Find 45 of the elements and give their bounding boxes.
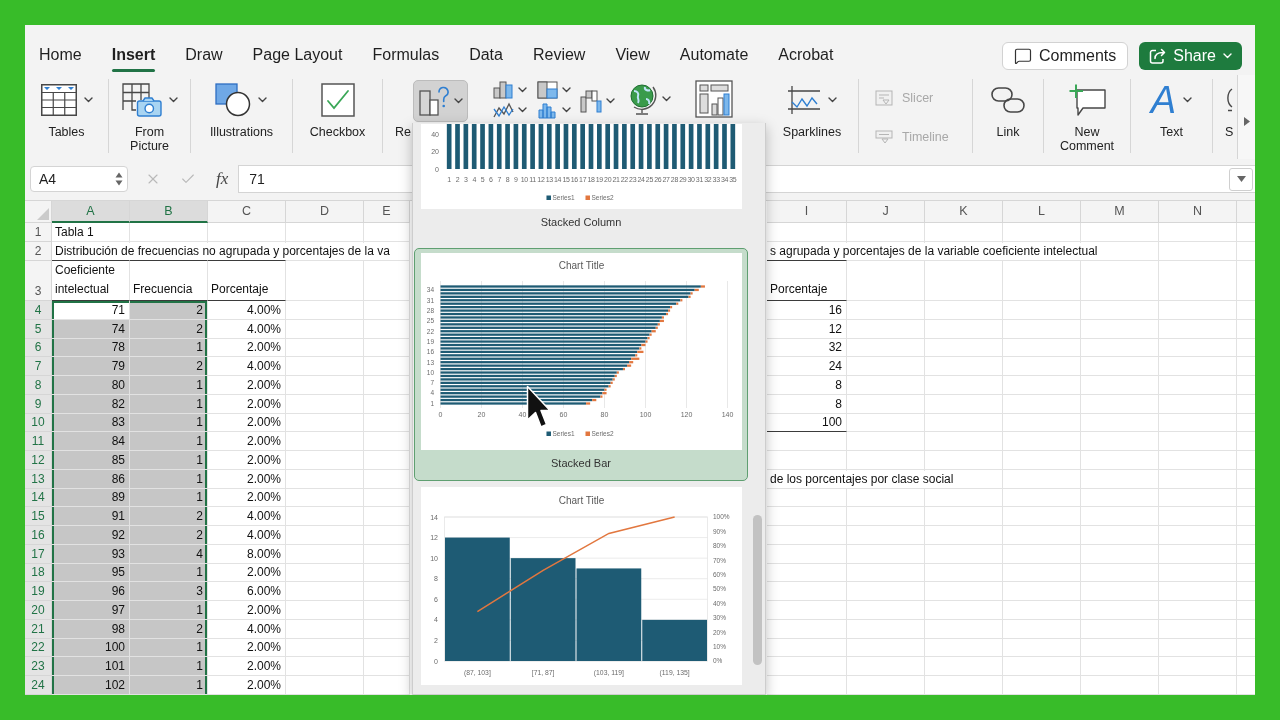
table-cell: 71 bbox=[52, 301, 130, 320]
table-cell: 2.00% bbox=[208, 657, 286, 676]
table-cell: 4.00% bbox=[208, 526, 286, 545]
table-heading: Coeficiente intelectual bbox=[52, 261, 130, 301]
ribbon-label: Re bbox=[395, 125, 412, 139]
table-cell: 2.00% bbox=[208, 676, 286, 695]
table-cell: 80 bbox=[52, 376, 130, 395]
table-heading: Frecuencia bbox=[130, 261, 208, 301]
table-cell: 96 bbox=[52, 582, 130, 601]
table-cell: 4.00% bbox=[208, 357, 286, 376]
table-title: Distribución de frecuencias no agrupada y porcentajes de la va bbox=[52, 243, 393, 260]
table-heading: Porcentaje bbox=[208, 261, 286, 301]
table-cell: 3 bbox=[130, 582, 208, 601]
table-cell: 91 bbox=[52, 507, 130, 526]
table-cell: 101 bbox=[52, 657, 130, 676]
table-cell: 24 bbox=[767, 357, 847, 376]
table-heading: Porcentaje bbox=[767, 261, 847, 301]
table-cell: 2 bbox=[130, 526, 208, 545]
table-cell: 79 bbox=[52, 357, 130, 376]
table-cell: 2 bbox=[130, 301, 208, 320]
chart-title: Chart Title bbox=[558, 260, 604, 271]
table-cell: 2.00% bbox=[208, 432, 286, 451]
table-cell: 1 bbox=[130, 451, 208, 470]
chart-title: Chart Title bbox=[558, 494, 604, 506]
table-cell: 84 bbox=[52, 432, 130, 451]
table-cell: 8 bbox=[767, 376, 847, 395]
table-cell: 97 bbox=[52, 601, 130, 620]
table-cell: 6.00% bbox=[208, 582, 286, 601]
table-cell: 4.00% bbox=[208, 507, 286, 526]
table-cell: 4.00% bbox=[208, 301, 286, 320]
table-cell: 85 bbox=[52, 451, 130, 470]
table-cell: 1 bbox=[130, 376, 208, 395]
table-cell: 1 bbox=[130, 432, 208, 451]
table-cell: 2 bbox=[130, 357, 208, 376]
table-cell: 1 bbox=[130, 676, 208, 695]
table-cell: 92 bbox=[52, 526, 130, 545]
table-cell: 16 bbox=[767, 301, 847, 320]
text-icon: A bbox=[1150, 81, 1177, 119]
table-cell: 1 bbox=[130, 657, 208, 676]
table-cell: 1 bbox=[130, 601, 208, 620]
table-cell: 2.00% bbox=[208, 601, 286, 620]
table-cell: 102 bbox=[52, 676, 130, 695]
table-cell: 2 bbox=[130, 507, 208, 526]
table-cell: 2.00% bbox=[208, 376, 286, 395]
table-cell: 2.00% bbox=[208, 451, 286, 470]
